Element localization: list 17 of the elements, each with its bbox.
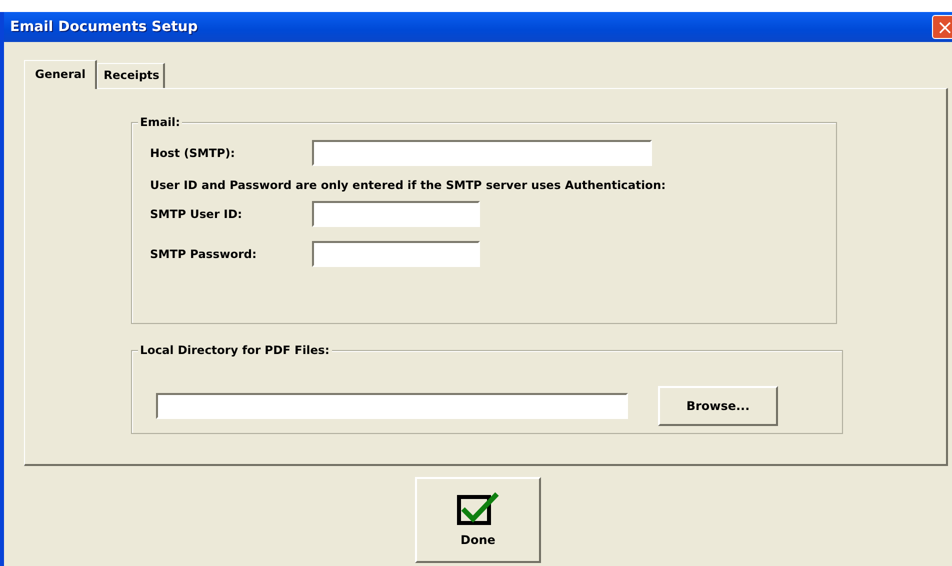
done-button[interactable]: Done bbox=[415, 477, 541, 564]
field-label: SMTP Password: bbox=[150, 246, 258, 263]
authentication-note: User ID and Password are only entered if the SMTP server uses Authentication: bbox=[150, 178, 667, 194]
group-legend: Email: bbox=[138, 115, 182, 130]
close-button[interactable]: × bbox=[932, 15, 952, 39]
user-id-input-field[interactable] bbox=[312, 201, 480, 228]
group-legend: Local Directory for PDF Files: bbox=[138, 343, 332, 358]
field-label: Host (SMTP): bbox=[150, 144, 236, 162]
checkbox-check-icon bbox=[457, 491, 499, 526]
host-input-field[interactable] bbox=[312, 140, 652, 166]
directory-input-field[interactable] bbox=[156, 392, 628, 419]
password-input-field[interactable] bbox=[312, 241, 480, 268]
field-label: SMTP User ID: bbox=[150, 206, 244, 223]
tab[interactable]: Receipts bbox=[96, 63, 166, 88]
tab[interactable]: General bbox=[24, 60, 97, 90]
browse-button[interactable]: Browse... bbox=[658, 386, 778, 426]
window-title: Email Documents Setup bbox=[10, 18, 198, 36]
